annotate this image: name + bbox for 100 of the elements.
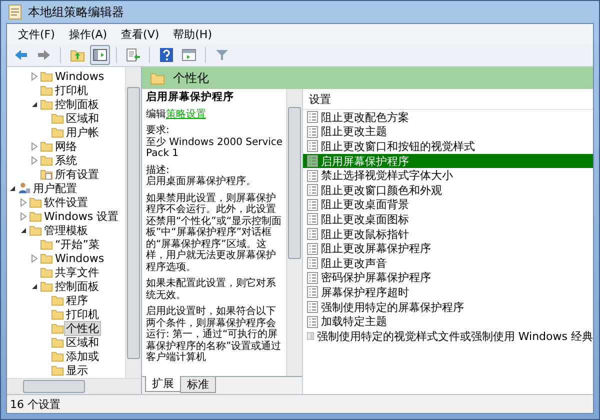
folder-icon bbox=[51, 294, 64, 306]
policy-icon bbox=[307, 316, 318, 328]
tree-item[interactable]: Windows bbox=[54, 252, 106, 264]
tree-item[interactable]: Windows 设置 bbox=[43, 210, 120, 222]
setting-row[interactable]: 阻止更改配色方案 bbox=[303, 110, 593, 125]
folder-icon bbox=[40, 266, 53, 278]
description-text: 启用桌面屏幕保护程序。 bbox=[146, 176, 256, 187]
tree-item[interactable]: 控制面板 bbox=[54, 98, 100, 110]
policy-icon bbox=[307, 170, 318, 182]
setting-row[interactable]: 阻止更改窗口和按钮的视觉样式 bbox=[303, 139, 593, 154]
setting-row[interactable]: 密码保护屏幕保护程序 bbox=[303, 270, 593, 286]
setting-row[interactable]: 阻止更改主题 bbox=[303, 124, 593, 140]
tree-item[interactable]: 添加或 bbox=[65, 350, 100, 362]
tree-item[interactable]: Windows bbox=[54, 70, 106, 82]
collapsed-arrow-icon[interactable] bbox=[30, 72, 39, 80]
tree-item[interactable]: 显示 bbox=[65, 364, 89, 376]
tree-item[interactable]: 打印机 bbox=[65, 308, 100, 320]
folder-icon bbox=[40, 98, 53, 110]
vertical-scrollbar[interactable] bbox=[125, 67, 141, 378]
requirements-text: 至少 Windows 2000 Service Pack 1 bbox=[146, 136, 283, 159]
folder-icon bbox=[51, 350, 64, 362]
setting-row[interactable]: 启用屏幕保护程序 bbox=[303, 154, 593, 168]
folder-icon bbox=[40, 252, 53, 264]
tree-item[interactable]: 用户配置 bbox=[32, 182, 78, 194]
setting-row[interactable]: 加载特定主题 bbox=[303, 314, 593, 329]
tree-item[interactable]: 程序 bbox=[65, 294, 89, 306]
folder-icon bbox=[51, 364, 64, 376]
setting-row[interactable]: 阻止更改鼠标指针 bbox=[303, 226, 593, 242]
window-title: 本地组策略编辑器 bbox=[28, 4, 124, 20]
setting-row[interactable]: 阻止更改桌面图标 bbox=[303, 212, 593, 227]
app-icon bbox=[8, 4, 22, 20]
horizontal-scrollbar[interactable] bbox=[7, 378, 141, 394]
setting-row[interactable]: 屏幕保护程序超时 bbox=[303, 285, 593, 300]
collapsed-arrow-icon[interactable] bbox=[30, 156, 39, 164]
expanded-arrow-icon[interactable] bbox=[19, 226, 28, 234]
tree-item[interactable]: 共享文件 bbox=[54, 266, 100, 278]
setting-row[interactable]: 阻止更改声音 bbox=[303, 256, 593, 271]
folder-icon bbox=[29, 210, 42, 222]
policy-icon bbox=[307, 301, 318, 314]
setting-row[interactable]: 禁止选择视觉样式字体大小 bbox=[303, 168, 593, 183]
tree-item[interactable]: 网络 bbox=[54, 140, 78, 152]
expanded-arrow-icon[interactable] bbox=[8, 184, 17, 192]
folder-icon bbox=[40, 154, 53, 166]
menu-item[interactable]: 文件(F) bbox=[11, 26, 62, 42]
tree-item[interactable]: 控制面板 bbox=[54, 280, 100, 292]
section-title: 个性化 bbox=[173, 70, 209, 86]
policy-icon bbox=[307, 286, 318, 298]
folder-icon bbox=[51, 126, 64, 138]
tree-item[interactable]: 打印机 bbox=[54, 84, 89, 96]
expanded-arrow-icon[interactable] bbox=[30, 282, 39, 290]
folder-icon bbox=[40, 238, 53, 250]
menu-item[interactable]: 帮助(H) bbox=[166, 26, 219, 42]
setting-row[interactable]: 强制使用特定的视觉样式文件或强制使用 Windows 经典 bbox=[303, 328, 593, 344]
policy-icon bbox=[307, 198, 318, 211]
policy-icon bbox=[307, 184, 318, 196]
vertical-scrollbar[interactable] bbox=[286, 89, 302, 376]
setting-row[interactable]: 阻止更改屏幕保护程序 bbox=[303, 241, 593, 256]
folder-icon bbox=[29, 196, 42, 208]
tree-item[interactable]: 区域和 bbox=[65, 112, 100, 124]
menu-item[interactable]: 查看(V) bbox=[114, 26, 166, 42]
tree-item[interactable]: 个性化 bbox=[65, 322, 100, 334]
expanded-arrow-icon[interactable] bbox=[30, 100, 39, 108]
description-paragraph: 如果未配置此设置，则它对系统无效。 bbox=[146, 278, 277, 301]
description-paragraph: 如果禁用此设置，则屏幕保护程序不会运行。此外，此设置还禁用“个性化”或“显示控制面板”中“屏幕保护程序”对话框的“屏幕保护程序”区域。这样，用户就无法更改屏幕保护程序选项。 bbox=[146, 192, 283, 273]
view-tab[interactable]: 标准 bbox=[180, 377, 216, 393]
view-tab[interactable]: 扩展 bbox=[145, 376, 181, 392]
setting-row[interactable]: 强制使用特定的屏幕保护程序 bbox=[303, 300, 593, 314]
setting-row[interactable]: 阻止更改窗口颜色和外观 bbox=[303, 182, 593, 198]
folder-icon bbox=[51, 322, 64, 334]
collapsed-arrow-icon[interactable] bbox=[30, 142, 39, 150]
folder-icon bbox=[51, 112, 64, 124]
policy-icon bbox=[307, 330, 314, 342]
tree-item[interactable]: 区域和 bbox=[65, 336, 100, 348]
folder-icon bbox=[51, 336, 64, 348]
folder-icon bbox=[51, 308, 64, 320]
tree-item[interactable]: 软件设置 bbox=[43, 196, 89, 208]
policy-title: 启用屏幕保护程序 bbox=[146, 92, 235, 104]
collapsed-arrow-icon[interactable] bbox=[19, 198, 28, 206]
collapsed-arrow-icon[interactable] bbox=[19, 212, 28, 220]
menu-item[interactable]: 操作(A) bbox=[62, 26, 114, 42]
tree-item[interactable]: 系统 bbox=[54, 154, 78, 166]
policy-icon bbox=[307, 242, 318, 255]
tree-item[interactable]: 管理模板 bbox=[43, 224, 89, 236]
folder-icon bbox=[40, 70, 53, 82]
policy-icon bbox=[307, 140, 318, 152]
user-config-icon bbox=[18, 182, 31, 194]
setting-row[interactable]: 阻止更改桌面背景 bbox=[303, 198, 593, 212]
tree-item[interactable]: 用户帐 bbox=[65, 126, 100, 138]
tree-item[interactable]: “开始”菜 bbox=[54, 238, 100, 250]
policy-icon bbox=[307, 272, 318, 284]
policy-icon bbox=[307, 155, 318, 168]
description-paragraph: 启用此设置时，如果符合以下两个条件，则屏幕保护程序会运行: 第一，通过“可执行的屏幕保护程序的名称”设置或通过客户端计算机 bbox=[146, 306, 282, 364]
folder-icon bbox=[40, 84, 53, 96]
description-label: 描述: bbox=[146, 164, 170, 176]
collapsed-arrow-icon[interactable] bbox=[30, 254, 39, 262]
tree-item[interactable]: 所有设置 bbox=[54, 168, 100, 180]
folder-icon bbox=[40, 140, 53, 152]
folder-icon bbox=[150, 71, 165, 85]
policy-icon bbox=[307, 228, 318, 240]
tree-pane-toggle-icon[interactable] bbox=[90, 45, 110, 65]
